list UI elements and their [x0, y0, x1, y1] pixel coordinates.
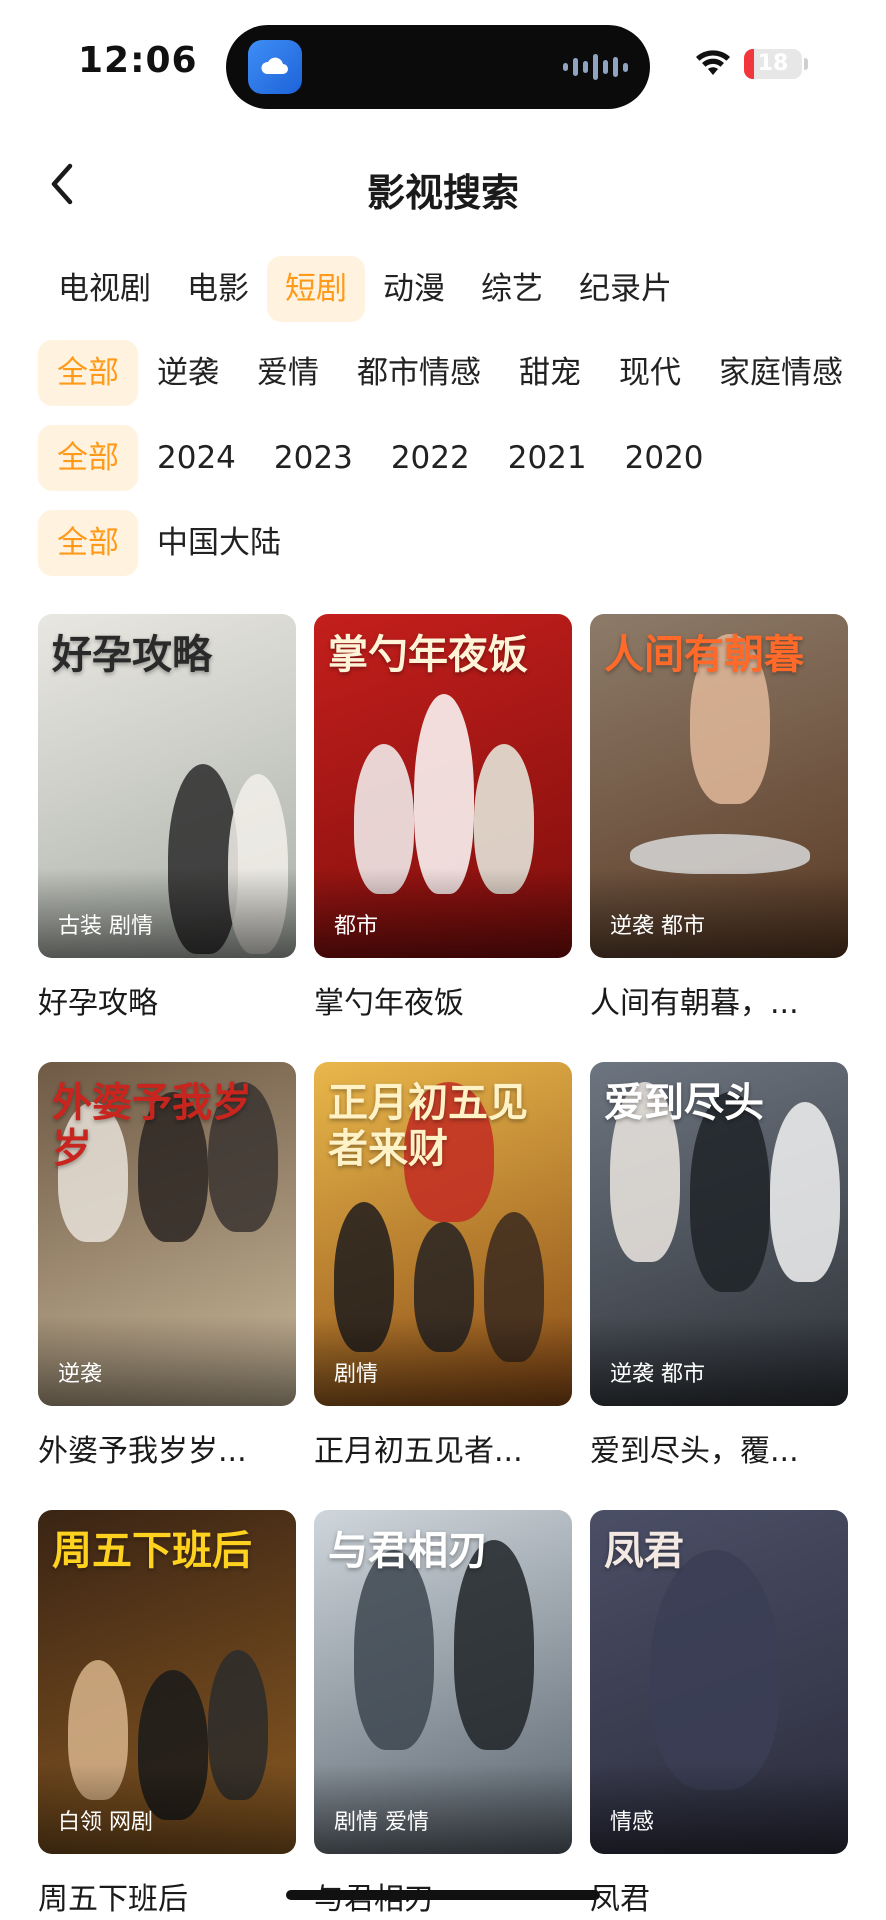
category-filter-row: 电视剧 电影 短剧 动漫 综艺 纪录片	[40, 256, 690, 322]
result-title[interactable]: 好孕攻略	[38, 978, 296, 1022]
genre-chip[interactable]: 都市情感	[338, 340, 500, 406]
cloud-app-icon[interactable]	[248, 40, 302, 94]
results-grid: 好孕攻略 古装 剧情 好孕攻略 掌勺年夜饭 都市 掌勺年夜饭 人间有朝暮 逆袭 都市 人间有朝暮…	[38, 614, 850, 1920]
page-title: 影视搜索	[366, 171, 519, 215]
result-card[interactable]: 与君相刃剧情 爱情与君相刃	[314, 1510, 572, 1920]
year-chip[interactable]: 2024	[138, 425, 255, 491]
poster-tags: 剧情	[334, 1362, 379, 1387]
category-chip[interactable]: 综艺	[463, 256, 561, 322]
poster-image[interactable]: 人间有朝暮逆袭 都市	[590, 614, 848, 958]
status-time: 12:06	[78, 40, 198, 81]
genre-filter-row: 全部 逆袭 爱情 都市情感 甜宠 现代 家庭情感	[38, 340, 862, 406]
year-chip[interactable]: 全部	[38, 425, 138, 491]
category-chip[interactable]: 电视剧	[40, 256, 169, 322]
battery-icon: 18	[744, 49, 802, 79]
poster-image[interactable]: 正月初五见者来财剧情	[314, 1062, 572, 1406]
poster-tags: 都市	[334, 914, 379, 939]
poster-image[interactable]: 周五下班后白领 网剧	[38, 1510, 296, 1854]
year-chip[interactable]: 2020	[606, 425, 723, 491]
genre-chip[interactable]: 甜宠	[500, 340, 600, 406]
genre-chip[interactable]: 现代	[600, 340, 700, 406]
result-title[interactable]: 周五下班后	[38, 1874, 296, 1918]
wifi-icon	[696, 50, 730, 75]
category-chip[interactable]: 短剧	[267, 256, 365, 322]
result-card[interactable]: 周五下班后 白领 网剧 周五下班后	[38, 1510, 296, 1920]
poster-image[interactable]: 爱到尽头逆袭 都市	[590, 1062, 848, 1406]
poster-image[interactable]: 掌勺年夜饭都市	[314, 614, 572, 958]
dynamic-island[interactable]	[226, 25, 650, 109]
result-card[interactable]: 好孕攻略 古装 剧情 好孕攻略	[38, 614, 296, 1062]
poster-title-art: 爱到尽头	[604, 1079, 764, 1126]
year-chip[interactable]: 2021	[489, 425, 606, 491]
result-card[interactable]: 外婆予我岁岁逆袭外婆予我岁岁...	[38, 1062, 296, 1510]
status-bar: 12:06 18	[0, 0, 886, 120]
poster-title-art: 好孕攻略	[52, 631, 212, 678]
result-title[interactable]: 凤君	[590, 1874, 848, 1918]
poster-title-art: 人间有朝暮	[604, 631, 804, 678]
genre-chip[interactable]: 爱情	[238, 340, 338, 406]
year-chip[interactable]: 2023	[255, 425, 372, 491]
result-card[interactable]: 爱到尽头逆袭 都市爱到尽头，覆...	[590, 1062, 848, 1510]
genre-chip[interactable]: 全部	[38, 340, 138, 406]
home-indicator[interactable]	[286, 1890, 600, 1900]
poster-title-art: 凤君	[604, 1527, 684, 1574]
region-chip[interactable]: 全部	[38, 510, 138, 576]
battery-percent: 18	[757, 51, 789, 76]
result-card[interactable]: 凤君 情感 凤君	[590, 1510, 848, 1920]
poster-title-art: 掌勺年夜饭	[328, 631, 528, 678]
year-filter-row: 全部 2024 2023 2022 2021 2020	[38, 425, 723, 491]
category-chip[interactable]: 电影	[169, 256, 267, 322]
category-chip[interactable]: 动漫	[365, 256, 463, 322]
poster-tags: 剧情 爱情	[334, 1810, 429, 1835]
poster-image[interactable]: 外婆予我岁岁逆袭	[38, 1062, 296, 1406]
page-header: 影视搜索	[0, 140, 886, 230]
region-chip[interactable]: 中国大陆	[138, 510, 300, 576]
poster-figure	[354, 1550, 434, 1750]
poster-title-art: 正月初五见者来财	[328, 1079, 528, 1172]
result-title[interactable]: 正月初五见者...	[314, 1426, 572, 1470]
poster-tags: 白领 网剧	[58, 1810, 153, 1835]
result-title[interactable]: 掌勺年夜饭	[314, 978, 572, 1022]
poster-image[interactable]: 好孕攻略古装 剧情	[38, 614, 296, 958]
genre-chip[interactable]: 家庭情感	[700, 340, 862, 406]
result-card[interactable]: 人间有朝暮逆袭 都市人间有朝暮，...	[590, 614, 848, 1062]
poster-tags: 古装 剧情	[58, 914, 153, 939]
poster-tags: 逆袭 都市	[610, 914, 705, 939]
category-chip[interactable]: 纪录片	[561, 256, 690, 322]
result-title[interactable]: 人间有朝暮，...	[590, 978, 848, 1022]
poster-tags: 情感	[610, 1810, 655, 1835]
result-card[interactable]: 掌勺年夜饭 都市 掌勺年夜饭	[314, 614, 572, 1062]
poster-figure	[770, 1102, 840, 1282]
poster-tags: 逆袭	[58, 1362, 103, 1387]
poster-figure	[414, 694, 474, 894]
poster-title-art: 周五下班后	[52, 1527, 252, 1574]
result-title[interactable]: 爱到尽头，覆...	[590, 1426, 848, 1470]
battery-nub	[804, 58, 808, 70]
poster-image[interactable]: 凤君情感	[590, 1510, 848, 1854]
year-chip[interactable]: 2022	[372, 425, 489, 491]
poster-image[interactable]: 与君相刃剧情 爱情	[314, 1510, 572, 1854]
poster-title-art: 外婆予我岁岁	[52, 1079, 252, 1172]
audio-wave-icon	[563, 52, 628, 82]
region-filter-row: 全部 中国大陆	[38, 510, 300, 576]
poster-tags: 逆袭 都市	[610, 1362, 705, 1387]
result-title[interactable]: 外婆予我岁岁...	[38, 1426, 296, 1470]
poster-title-art: 与君相刃	[328, 1527, 488, 1574]
result-card[interactable]: 正月初五见者来财剧情正月初五见者...	[314, 1062, 572, 1510]
poster-figure	[650, 1550, 780, 1790]
genre-chip[interactable]: 逆袭	[138, 340, 238, 406]
